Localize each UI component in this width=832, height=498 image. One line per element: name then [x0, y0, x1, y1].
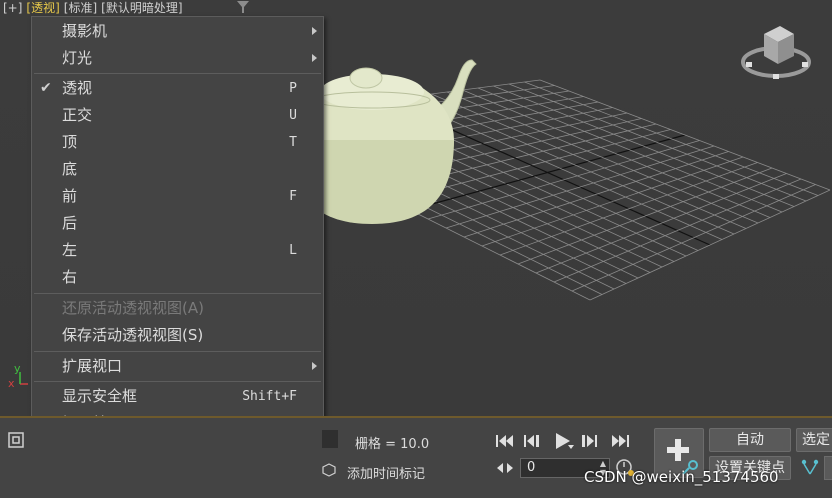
menu-item-7[interactable]: 后 — [32, 210, 323, 237]
menu-item-label: 顶 — [62, 133, 78, 151]
play-icon[interactable] — [556, 433, 574, 449]
menu-item-11[interactable]: 保存活动透视视图(S) — [32, 322, 323, 349]
menu-item-shortcut: F — [289, 189, 297, 204]
selection-filter-button[interactable]: 选定 — [796, 428, 832, 452]
go-to-start-icon[interactable] — [496, 435, 513, 447]
menu-item-label: 保存活动透视视图(S) — [62, 326, 204, 344]
menu-item-4[interactable]: 顶T — [32, 129, 323, 156]
submenu-arrow-icon — [312, 362, 317, 370]
watermark-text: CSDN @weixin_51374560 — [584, 468, 779, 486]
menu-item-shortcut: Shift+F — [242, 389, 297, 404]
next-frame-icon[interactable] — [582, 435, 597, 447]
menu-item-3[interactable]: 正交 U — [32, 102, 323, 129]
menu-item-label: 底 — [62, 160, 78, 178]
viewport-standard-menu[interactable]: [标准] — [63, 0, 98, 16]
menu-item-13[interactable]: 显示安全框 Shift+F — [32, 383, 323, 410]
menu-item-8[interactable]: 左L — [32, 237, 323, 264]
viewport-pov-menu[interactable]: [透视] — [25, 0, 60, 16]
menu-separator — [34, 293, 321, 294]
viewport-plus-menu[interactable]: [+] — [2, 0, 23, 16]
time-tag-icon — [322, 463, 336, 477]
menu-item-label: 后 — [62, 214, 78, 232]
auto-key-button[interactable]: 自动 — [709, 428, 791, 452]
menu-item-label: 右 — [62, 268, 78, 286]
menu-item-1[interactable]: 灯光 — [32, 45, 323, 72]
menu-item-6[interactable]: 前F — [32, 183, 323, 210]
playback-controls — [496, 433, 629, 449]
menu-item-12[interactable]: 扩展视口 — [32, 353, 323, 380]
axis-x-label: x — [8, 377, 15, 390]
submenu-arrow-icon — [312, 54, 317, 62]
menu-item-shortcut: T — [289, 135, 297, 150]
viewport-label-menu: [+] [透视] [标准] [默认明暗处理] — [2, 0, 184, 16]
axis-tripod: x y — [8, 362, 28, 390]
menu-item-label: 透视 — [62, 79, 93, 97]
key-filters-icon[interactable] — [800, 458, 820, 478]
menu-separator — [34, 381, 321, 382]
key-mode-toggle-icon[interactable] — [496, 461, 514, 475]
menu-item-9[interactable]: 右 — [32, 264, 323, 291]
menu-item-5[interactable]: 底 — [32, 156, 323, 183]
axis-y-label: y — [14, 362, 21, 375]
menu-item-label: 前 — [62, 187, 78, 205]
viewport-shading-menu[interactable]: [默认明暗处理] — [100, 0, 183, 16]
menu-item-shortcut: P — [289, 81, 297, 96]
key-filter-button-edge[interactable] — [824, 456, 832, 480]
menu-item-label: 正交 — [62, 106, 93, 124]
menu-separator — [34, 351, 321, 352]
previous-frame-icon[interactable] — [524, 435, 539, 447]
submenu-arrow-icon — [312, 27, 317, 35]
checkmark-icon: ✔ — [40, 80, 52, 96]
menu-item-shortcut: L — [289, 243, 297, 258]
script-listener-slot — [322, 430, 338, 448]
add-time-tag-button[interactable]: 添加时间标记 — [347, 463, 425, 482]
menu-item-0[interactable]: 摄影机 — [32, 18, 323, 45]
menu-item-label: 扩展视口 — [62, 357, 123, 375]
current-frame-value: 0 — [527, 460, 536, 475]
filter-icon[interactable] — [236, 0, 250, 14]
menu-item-label: 还原活动透视视图(A) — [62, 299, 204, 317]
isolate-selection-icon[interactable] — [8, 432, 24, 448]
menu-item-label: 显示安全框 — [62, 387, 138, 405]
go-to-end-icon[interactable] — [612, 435, 629, 447]
viewcube-icon[interactable] — [740, 22, 812, 84]
menu-item-shortcut: U — [289, 108, 297, 123]
menu-item-label: 左 — [62, 241, 78, 259]
menu-item-2[interactable]: ✔ 透视 P — [32, 75, 323, 102]
menu-separator — [34, 73, 321, 74]
menu-item-label: 摄影机 — [62, 22, 108, 40]
grid-spacing-text: 栅格 = 10.0 — [355, 437, 430, 452]
bottom-toolbar: 栅格 = 10.0 添加时间标记 0 ▲ ▼ 自动 设置关键点 选定 CSDN … — [0, 416, 832, 498]
menu-item-10: 还原活动透视视图(A) — [32, 295, 323, 322]
menu-item-label: 灯光 — [62, 49, 93, 67]
